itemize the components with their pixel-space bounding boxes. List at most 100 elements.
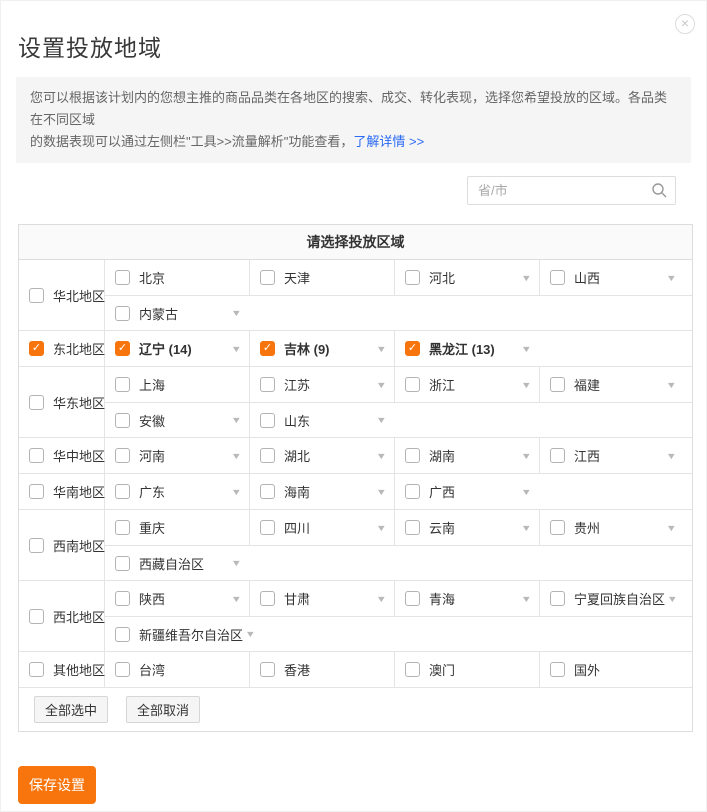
province-checkbox[interactable]	[115, 520, 130, 535]
dropdown-arrow-icon[interactable]: ▼	[516, 380, 532, 390]
province-checkbox[interactable]	[115, 556, 130, 571]
province-line: 安徽▼山东▼	[105, 402, 692, 437]
province-cell: 安徽▼	[105, 403, 250, 437]
dropdown-arrow-icon[interactable]: ▼	[661, 523, 677, 533]
province-checkbox[interactable]	[550, 520, 565, 535]
province-checkbox[interactable]	[115, 413, 130, 428]
dropdown-arrow-icon[interactable]: ▼	[516, 344, 532, 354]
region-checkbox[interactable]	[29, 609, 44, 624]
dropdown-arrow-icon[interactable]: ▼	[226, 415, 242, 425]
province-checkbox[interactable]	[115, 662, 130, 677]
province-checkbox[interactable]	[115, 627, 130, 642]
dropdown-arrow-icon[interactable]: ▼	[516, 487, 532, 497]
province-checkbox[interactable]	[260, 591, 275, 606]
province-checkbox[interactable]	[115, 306, 130, 321]
dropdown-arrow-icon[interactable]: ▼	[226, 344, 242, 354]
province-checkbox[interactable]	[260, 448, 275, 463]
dropdown-arrow-icon[interactable]: ▼	[371, 451, 387, 461]
province-checkbox[interactable]	[405, 520, 420, 535]
province-cell-inner: 贵州▼	[540, 518, 677, 537]
province-checkbox[interactable]	[405, 270, 420, 285]
province-checkbox[interactable]	[260, 520, 275, 535]
province-checkbox[interactable]	[260, 377, 275, 392]
province-label: 湖北	[284, 446, 310, 465]
dropdown-arrow-icon[interactable]: ▼	[371, 487, 387, 497]
province-cell-inner: 云南▼	[395, 518, 532, 537]
region-checkbox[interactable]	[29, 288, 44, 303]
province-checkbox[interactable]: ✓	[405, 341, 420, 356]
learn-more-link[interactable]: 了解详情 >>	[353, 134, 424, 149]
dropdown-arrow-icon[interactable]: ▼	[516, 594, 532, 604]
region-checkbox[interactable]	[29, 395, 44, 410]
province-checkbox[interactable]	[115, 270, 130, 285]
region-checkbox[interactable]	[29, 538, 44, 553]
province-cell-inner: 宁夏回族自治区▼	[540, 589, 677, 608]
dropdown-arrow-icon[interactable]: ▼	[371, 380, 387, 390]
region-checkbox[interactable]	[29, 484, 44, 499]
province-checkbox[interactable]	[405, 591, 420, 606]
province-checkbox[interactable]	[260, 413, 275, 428]
dropdown-arrow-icon[interactable]: ▼	[661, 451, 677, 461]
search-input[interactable]	[467, 176, 676, 205]
province-cell-inner: 海南▼	[250, 482, 387, 501]
dropdown-arrow-icon[interactable]: ▼	[226, 451, 242, 461]
province-checkbox[interactable]	[260, 662, 275, 677]
search-icon[interactable]	[651, 182, 668, 199]
province-checkbox[interactable]	[405, 484, 420, 499]
province-checkbox[interactable]	[115, 484, 130, 499]
dropdown-arrow-icon[interactable]: ▼	[371, 344, 387, 354]
province-checkbox[interactable]	[115, 377, 130, 392]
region-checkbox[interactable]	[29, 448, 44, 463]
dropdown-arrow-icon[interactable]: ▼	[516, 451, 532, 461]
province-checkbox[interactable]: ✓	[260, 341, 275, 356]
region-checkbox[interactable]: ✓	[29, 341, 44, 356]
dropdown-arrow-icon[interactable]: ▼	[371, 415, 387, 425]
province-label: 四川	[284, 518, 310, 537]
dropdown-arrow-icon[interactable]: ▼	[226, 594, 242, 604]
save-settings-button[interactable]: 保存设置	[18, 766, 96, 804]
region-cell: 其他地区	[19, 652, 105, 687]
region-cell: 华北地区	[19, 260, 105, 330]
dropdown-arrow-icon[interactable]: ▼	[661, 273, 677, 283]
dropdown-arrow-icon[interactable]: ▼	[240, 629, 256, 639]
province-checkbox[interactable]	[550, 662, 565, 677]
province-cell-inner: 天津	[250, 268, 387, 287]
dropdown-arrow-icon[interactable]: ▼	[516, 523, 532, 533]
province-cell: 云南▼	[395, 510, 540, 545]
province-checkbox[interactable]	[115, 591, 130, 606]
province-cell: 内蒙古▼	[105, 296, 692, 330]
province-checkbox[interactable]	[260, 484, 275, 499]
province-checkbox[interactable]	[550, 270, 565, 285]
dropdown-arrow-icon[interactable]: ▼	[226, 308, 242, 318]
province-checkbox[interactable]	[550, 377, 565, 392]
close-icon: ×	[681, 15, 689, 31]
select-all-button[interactable]: 全部选中	[34, 696, 108, 723]
deselect-all-button[interactable]: 全部取消	[126, 696, 200, 723]
province-cell: 陕西▼	[105, 581, 250, 616]
dropdown-arrow-icon[interactable]: ▼	[371, 523, 387, 533]
dropdown-arrow-icon[interactable]: ▼	[371, 594, 387, 604]
close-button[interactable]: ×	[675, 14, 695, 34]
province-cell-inner: 青海▼	[395, 589, 532, 608]
dropdown-arrow-icon[interactable]: ▼	[516, 273, 532, 283]
province-cell-inner: 台湾	[105, 660, 242, 679]
dropdown-arrow-icon[interactable]: ▼	[226, 487, 242, 497]
dropdown-arrow-icon[interactable]: ▼	[226, 558, 242, 568]
province-checkbox[interactable]	[260, 270, 275, 285]
dropdown-arrow-icon[interactable]: ▼	[662, 594, 678, 604]
dropdown-arrow-icon[interactable]: ▼	[661, 380, 677, 390]
province-line: ✓辽宁 (14)▼✓吉林 (9)▼✓黑龙江 (13)▼	[105, 331, 692, 366]
province-checkbox[interactable]	[405, 377, 420, 392]
region-cell: 西北地区	[19, 581, 105, 651]
notice-box: 您可以根据该计划内的您想主推的商品品类在各地区的搜索、成交、转化表现，选择您希望…	[16, 77, 691, 163]
province-checkbox[interactable]	[550, 591, 565, 606]
table-row: 西北地区陕西▼甘肃▼青海▼宁夏回族自治区▼新疆维吾尔自治区▼	[19, 581, 692, 652]
province-checkbox[interactable]	[550, 448, 565, 463]
province-checkbox[interactable]	[405, 662, 420, 677]
province-checkbox[interactable]	[115, 448, 130, 463]
region-checkbox[interactable]	[29, 662, 44, 677]
province-checkbox[interactable]: ✓	[115, 341, 130, 356]
province-checkbox[interactable]	[405, 448, 420, 463]
province-area: 台湾香港澳门国外	[105, 652, 692, 687]
province-cell: 河北▼	[395, 260, 540, 295]
